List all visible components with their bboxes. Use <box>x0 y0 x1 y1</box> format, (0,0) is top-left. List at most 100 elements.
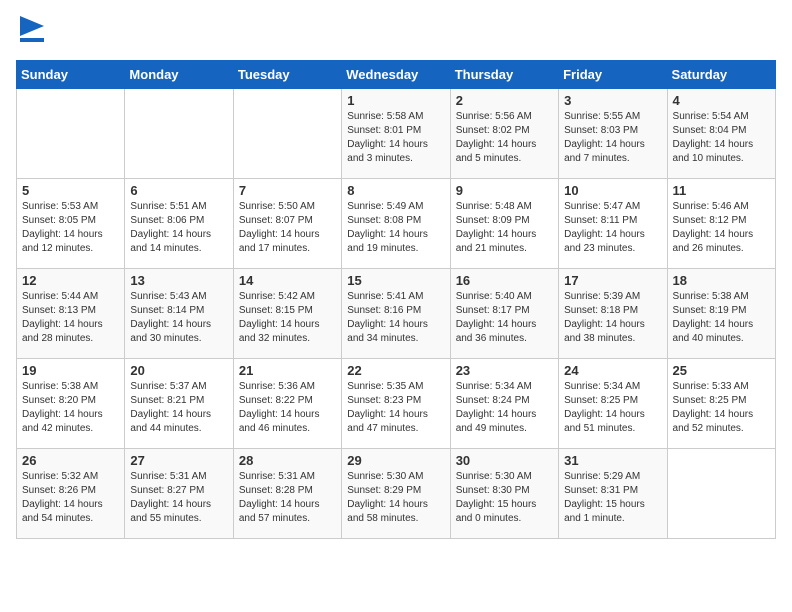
day-info: Sunrise: 5:42 AM Sunset: 8:15 PM Dayligh… <box>239 290 336 346</box>
day-info: Sunrise: 5:58 AM Sunset: 8:01 PM Dayligh… <box>347 110 444 166</box>
page-header <box>16 16 776 48</box>
calendar-cell: 2 Sunrise: 5:56 AM Sunset: 8:02 PM Daylig… <box>450 89 558 179</box>
day-number: 23 <box>456 363 553 378</box>
day-number: 28 <box>239 453 336 468</box>
calendar-cell: 29 Sunrise: 5:30 AM Sunset: 8:29 PM Dayli… <box>342 449 450 539</box>
calendar-cell <box>233 89 341 179</box>
calendar-cell: 9Sunrise: 5:48 AM Sunset: 8:09 PM Daylig… <box>450 179 558 269</box>
calendar-cell: 27 Sunrise: 5:31 AM Sunset: 8:27 PM Dayli… <box>125 449 233 539</box>
day-number: 17 <box>564 273 661 288</box>
calendar-cell: 23 Sunrise: 5:34 AM Sunset: 8:24 PM Dayli… <box>450 359 558 449</box>
day-number: 7 <box>239 183 336 198</box>
day-number: 2 <box>456 93 553 108</box>
day-number: 25 <box>673 363 770 378</box>
calendar-cell: 21 Sunrise: 5:36 AM Sunset: 8:22 PM Dayli… <box>233 359 341 449</box>
day-header-tuesday: Tuesday <box>233 61 341 89</box>
day-header-sunday: Sunday <box>17 61 125 89</box>
day-number: 30 <box>456 453 553 468</box>
day-info: Sunrise: 5:36 AM Sunset: 8:22 PM Dayligh… <box>239 380 336 436</box>
day-header-monday: Monday <box>125 61 233 89</box>
day-info: Sunrise: 5:32 AM Sunset: 8:26 PM Dayligh… <box>22 470 119 526</box>
calendar-week-row: 26 Sunrise: 5:32 AM Sunset: 8:26 PM Dayli… <box>17 449 776 539</box>
calendar-cell: 5 Sunrise: 5:53 AM Sunset: 8:05 PM Daylig… <box>17 179 125 269</box>
day-number: 13 <box>130 273 227 288</box>
day-number: 16 <box>456 273 553 288</box>
day-info: Sunrise: 5:54 AM Sunset: 8:04 PM Dayligh… <box>673 110 770 166</box>
calendar-cell: 4 Sunrise: 5:54 AM Sunset: 8:04 PM Daylig… <box>667 89 775 179</box>
calendar-cell: 10 Sunrise: 5:47 AM Sunset: 8:11 PM Dayli… <box>559 179 667 269</box>
day-info: Sunrise: 5:29 AM Sunset: 8:31 PM Dayligh… <box>564 470 661 526</box>
calendar-cell: 17 Sunrise: 5:39 AM Sunset: 8:18 PM Dayli… <box>559 269 667 359</box>
day-number: 3 <box>564 93 661 108</box>
day-header-thursday: Thursday <box>450 61 558 89</box>
calendar-week-row: 12 Sunrise: 5:44 AM Sunset: 8:13 PM Dayli… <box>17 269 776 359</box>
day-info: Sunrise: 5:31 AM Sunset: 8:27 PM Dayligh… <box>130 470 227 526</box>
day-header-friday: Friday <box>559 61 667 89</box>
calendar-cell: 18 Sunrise: 5:38 AM Sunset: 8:19 PM Dayli… <box>667 269 775 359</box>
calendar-cell <box>17 89 125 179</box>
day-number: 29 <box>347 453 444 468</box>
day-number: 18 <box>673 273 770 288</box>
day-info: Sunrise: 5:30 AM Sunset: 8:29 PM Dayligh… <box>347 470 444 526</box>
day-info: Sunrise: 5:43 AM Sunset: 8:14 PM Dayligh… <box>130 290 227 346</box>
calendar-cell: 26 Sunrise: 5:32 AM Sunset: 8:26 PM Dayli… <box>17 449 125 539</box>
calendar-cell: 30Sunrise: 5:30 AM Sunset: 8:30 PM Dayli… <box>450 449 558 539</box>
day-info: Sunrise: 5:41 AM Sunset: 8:16 PM Dayligh… <box>347 290 444 346</box>
day-info: Sunrise: 5:39 AM Sunset: 8:18 PM Dayligh… <box>564 290 661 346</box>
calendar-table: SundayMondayTuesdayWednesdayThursdayFrid… <box>16 60 776 539</box>
calendar-cell <box>667 449 775 539</box>
day-number: 26 <box>22 453 119 468</box>
calendar-cell: 3 Sunrise: 5:55 AM Sunset: 8:03 PM Daylig… <box>559 89 667 179</box>
calendar-cell: 25Sunrise: 5:33 AM Sunset: 8:25 PM Dayli… <box>667 359 775 449</box>
calendar-week-row: 19Sunrise: 5:38 AM Sunset: 8:20 PM Dayli… <box>17 359 776 449</box>
day-info: Sunrise: 5:37 AM Sunset: 8:21 PM Dayligh… <box>130 380 227 436</box>
day-info: Sunrise: 5:49 AM Sunset: 8:08 PM Dayligh… <box>347 200 444 256</box>
day-info: Sunrise: 5:38 AM Sunset: 8:19 PM Dayligh… <box>673 290 770 346</box>
calendar-cell: 31 Sunrise: 5:29 AM Sunset: 8:31 PM Dayli… <box>559 449 667 539</box>
day-info: Sunrise: 5:31 AM Sunset: 8:28 PM Dayligh… <box>239 470 336 526</box>
calendar-cell <box>125 89 233 179</box>
day-info: Sunrise: 5:55 AM Sunset: 8:03 PM Dayligh… <box>564 110 661 166</box>
calendar-cell: 19Sunrise: 5:38 AM Sunset: 8:20 PM Dayli… <box>17 359 125 449</box>
day-header-saturday: Saturday <box>667 61 775 89</box>
day-number: 5 <box>22 183 119 198</box>
day-number: 15 <box>347 273 444 288</box>
day-info: Sunrise: 5:50 AM Sunset: 8:07 PM Dayligh… <box>239 200 336 256</box>
day-number: 1 <box>347 93 444 108</box>
day-number: 21 <box>239 363 336 378</box>
day-number: 27 <box>130 453 227 468</box>
day-info: Sunrise: 5:40 AM Sunset: 8:17 PM Dayligh… <box>456 290 553 346</box>
day-info: Sunrise: 5:47 AM Sunset: 8:11 PM Dayligh… <box>564 200 661 256</box>
calendar-cell: 14 Sunrise: 5:42 AM Sunset: 8:15 PM Dayli… <box>233 269 341 359</box>
calendar-week-row: 5 Sunrise: 5:53 AM Sunset: 8:05 PM Daylig… <box>17 179 776 269</box>
day-number: 31 <box>564 453 661 468</box>
day-info: Sunrise: 5:46 AM Sunset: 8:12 PM Dayligh… <box>673 200 770 256</box>
day-info: Sunrise: 5:53 AM Sunset: 8:05 PM Dayligh… <box>22 200 119 256</box>
day-number: 10 <box>564 183 661 198</box>
day-number: 11 <box>673 183 770 198</box>
day-header-wednesday: Wednesday <box>342 61 450 89</box>
calendar-cell: 28 Sunrise: 5:31 AM Sunset: 8:28 PM Dayli… <box>233 449 341 539</box>
calendar-cell: 11 Sunrise: 5:46 AM Sunset: 8:12 PM Dayli… <box>667 179 775 269</box>
day-number: 14 <box>239 273 336 288</box>
day-info: Sunrise: 5:44 AM Sunset: 8:13 PM Dayligh… <box>22 290 119 346</box>
calendar-week-row: 1 Sunrise: 5:58 AM Sunset: 8:01 PM Daylig… <box>17 89 776 179</box>
day-number: 12 <box>22 273 119 288</box>
calendar-cell: 20Sunrise: 5:37 AM Sunset: 8:21 PM Dayli… <box>125 359 233 449</box>
day-number: 8 <box>347 183 444 198</box>
calendar-cell: 8 Sunrise: 5:49 AM Sunset: 8:08 PM Daylig… <box>342 179 450 269</box>
calendar-cell: 6Sunrise: 5:51 AM Sunset: 8:06 PM Daylig… <box>125 179 233 269</box>
day-info: Sunrise: 5:34 AM Sunset: 8:25 PM Dayligh… <box>564 380 661 436</box>
day-number: 9 <box>456 183 553 198</box>
day-number: 6 <box>130 183 227 198</box>
day-number: 4 <box>673 93 770 108</box>
calendar-cell: 15 Sunrise: 5:41 AM Sunset: 8:16 PM Dayli… <box>342 269 450 359</box>
calendar-cell: 1 Sunrise: 5:58 AM Sunset: 8:01 PM Daylig… <box>342 89 450 179</box>
day-info: Sunrise: 5:38 AM Sunset: 8:20 PM Dayligh… <box>22 380 119 436</box>
calendar-cell: 12 Sunrise: 5:44 AM Sunset: 8:13 PM Dayli… <box>17 269 125 359</box>
day-info: Sunrise: 5:34 AM Sunset: 8:24 PM Dayligh… <box>456 380 553 436</box>
calendar-cell: 7 Sunrise: 5:50 AM Sunset: 8:07 PM Daylig… <box>233 179 341 269</box>
day-info: Sunrise: 5:56 AM Sunset: 8:02 PM Dayligh… <box>456 110 553 166</box>
day-info: Sunrise: 5:35 AM Sunset: 8:23 PM Dayligh… <box>347 380 444 436</box>
calendar-cell: 13 Sunrise: 5:43 AM Sunset: 8:14 PM Dayli… <box>125 269 233 359</box>
